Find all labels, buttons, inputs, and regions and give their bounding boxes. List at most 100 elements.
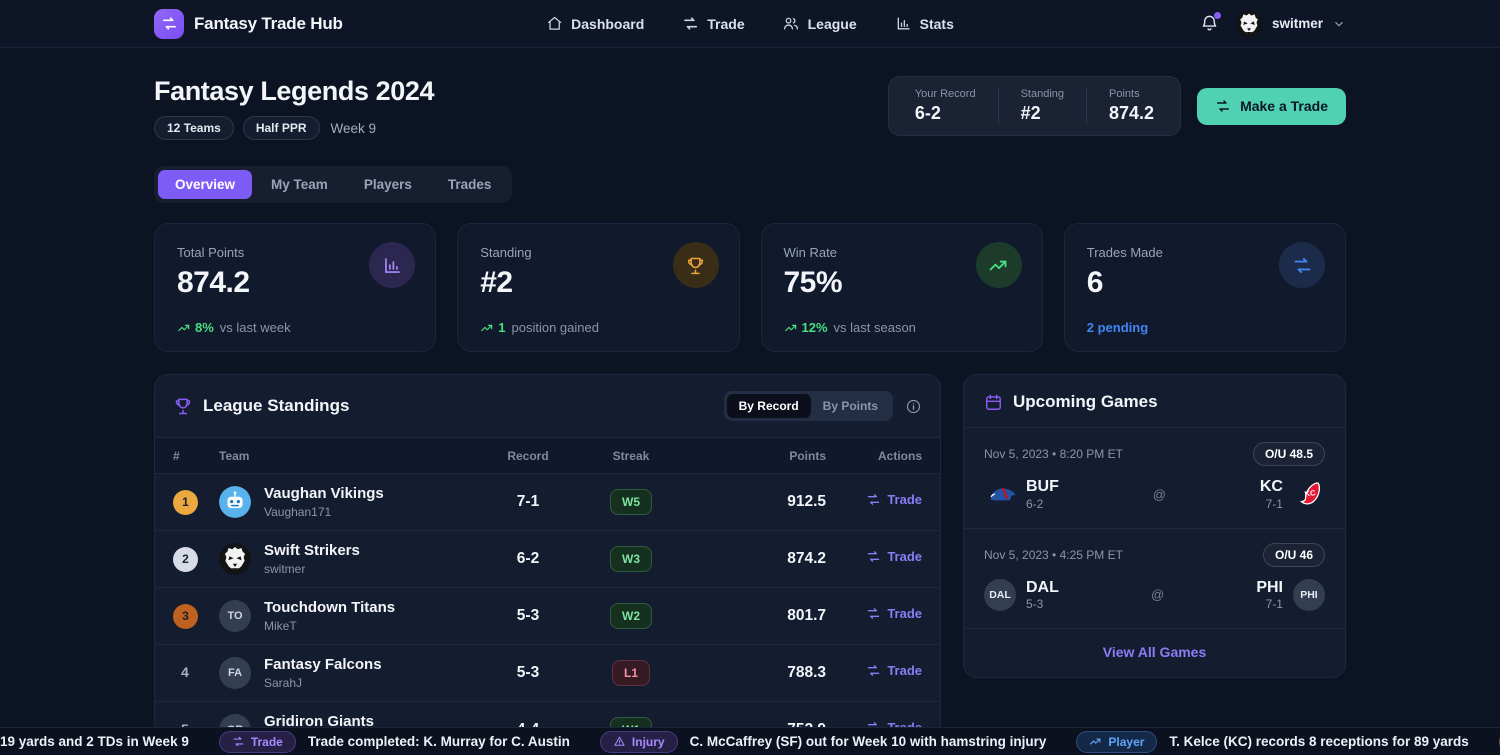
team-avatar: TO	[219, 600, 251, 632]
notifications-button[interactable]	[1200, 14, 1219, 33]
ticker-item: Trade Trade completed: K. Murray for C. …	[219, 731, 570, 753]
table-row[interactable]: 4 FA Fantasy Falcons SarahJ 5-3 L1 788.3…	[155, 645, 940, 702]
home-abbr: KC	[1260, 478, 1283, 496]
week-label: Week 9	[331, 121, 377, 136]
away-abbr: BUF	[1026, 478, 1059, 496]
record-cell: 7-1	[480, 493, 576, 511]
view-all-games-link[interactable]: View All Games	[964, 629, 1345, 677]
avatar	[1235, 10, 1263, 38]
injury-badge: Injury	[600, 731, 678, 753]
points-value: 874.2	[1109, 103, 1154, 124]
nav-item-league[interactable]: League	[783, 15, 857, 32]
page-title: Fantasy Legends 2024	[154, 76, 434, 107]
tab-my-team[interactable]: My Team	[254, 170, 345, 199]
player-badge: Player	[1076, 731, 1157, 753]
sort-by-points[interactable]: By Points	[811, 394, 890, 418]
cowboys-logo: DAL	[984, 579, 1016, 611]
brand-swap-icon	[154, 9, 184, 39]
main-nav: Dashboard Trade League Stats	[546, 15, 954, 32]
stat-card-win-rate: Win Rate 75% 12% vs last season	[761, 223, 1043, 352]
team-name: Fantasy Falcons	[264, 656, 382, 675]
standing-label: Standing	[1021, 88, 1064, 100]
home-icon	[546, 15, 563, 32]
brand-name: Fantasy Trade Hub	[194, 14, 343, 34]
away-record: 5-3	[1026, 597, 1059, 611]
streak-badge: W5	[610, 489, 652, 515]
away-abbr: DAL	[1026, 579, 1059, 597]
sort-toggle: By Record By Points	[724, 391, 893, 421]
trending-up-icon	[976, 242, 1022, 288]
chiefs-logo	[1293, 478, 1325, 510]
scoring-badge: Half PPR	[243, 116, 320, 140]
stat-card-standing: Standing #2 1 position gained	[457, 223, 739, 352]
nav-item-dashboard[interactable]: Dashboard	[546, 15, 644, 32]
team-name: Touchdown Titans	[264, 599, 395, 618]
tab-trades[interactable]: Trades	[431, 170, 509, 199]
tab-players[interactable]: Players	[347, 170, 429, 199]
brand[interactable]: Fantasy Trade Hub	[154, 9, 343, 39]
bar-chart-icon	[895, 15, 912, 32]
sort-by-record[interactable]: By Record	[727, 394, 811, 418]
team-avatar: FA	[219, 657, 251, 689]
ticker-item: Injury C. McCaffrey (SF) out for Week 10…	[600, 731, 1046, 753]
game-row[interactable]: Nov 5, 2023 • 8:20 PM ET O/U 48.5 BUF 6-…	[964, 428, 1345, 529]
trade-badge: Trade	[219, 731, 296, 753]
home-abbr: PHI	[1256, 579, 1283, 597]
nav-item-trade[interactable]: Trade	[682, 15, 744, 32]
team-owner: SarahJ	[264, 676, 382, 690]
teams-badge: 12 Teams	[154, 116, 234, 140]
rank-badge: 1	[173, 490, 198, 515]
home-record: 7-1	[1256, 597, 1283, 611]
make-a-trade-button[interactable]: Make a Trade	[1197, 88, 1346, 125]
stat-card-total-points: Total Points 874.2 8% vs last week	[154, 223, 436, 352]
streak-badge: W2	[610, 603, 652, 629]
nav-item-stats[interactable]: Stats	[895, 15, 954, 32]
info-icon[interactable]	[905, 398, 922, 415]
swap-icon	[682, 15, 699, 32]
delta-up: 1	[480, 320, 505, 335]
rank-number: 4	[173, 664, 189, 680]
streak-badge: L1	[612, 660, 650, 686]
trade-button[interactable]: Trade	[866, 549, 922, 564]
notification-dot	[1214, 12, 1221, 19]
upcoming-games-panel: Upcoming Games Nov 5, 2023 • 8:20 PM ET …	[963, 374, 1346, 678]
ticker-item: Player T. Kelce (KC) records 8 reception…	[1076, 731, 1468, 753]
record-cell: 5-3	[480, 664, 576, 682]
game-date: Nov 5, 2023 • 4:25 PM ET	[984, 548, 1123, 562]
table-row[interactable]: 3 TO Touchdown Titans MikeT 5-3 W2 801.7…	[155, 588, 940, 645]
trade-button[interactable]: Trade	[866, 606, 922, 621]
record-summary-card: Your Record 6-2 Standing #2 Points 874.2	[888, 76, 1181, 136]
over-under-badge: O/U 48.5	[1253, 442, 1325, 466]
stat-card-trades-made: Trades Made 6 2 pending	[1064, 223, 1346, 352]
games-title: Upcoming Games	[1013, 392, 1158, 412]
streak-badge: W3	[610, 546, 652, 572]
record-label: Your Record	[915, 88, 976, 100]
table-row[interactable]: 2 Swift Strikers switmer 6-2 W3 874.2 Tr…	[155, 531, 940, 588]
points-cell: 874.2	[686, 550, 826, 568]
rank-badge: 3	[173, 604, 198, 629]
swap-icon	[1279, 242, 1325, 288]
user-menu[interactable]: switmer	[1235, 10, 1346, 38]
trade-button[interactable]: Trade	[866, 492, 922, 507]
points-cell: 801.7	[686, 607, 826, 625]
tab-overview[interactable]: Overview	[158, 170, 252, 199]
team-owner: MikeT	[264, 619, 395, 633]
table-header: # Team Record Streak Points Actions	[155, 437, 940, 474]
users-icon	[783, 15, 800, 32]
ticker-item: 19 yards and 2 TDs in Week 9	[0, 734, 189, 749]
away-record: 6-2	[1026, 497, 1059, 511]
bills-logo	[984, 478, 1016, 510]
league-standings-panel: League Standings By Record By Points # T…	[154, 374, 941, 755]
at-symbol: @	[1153, 487, 1166, 502]
table-row[interactable]: 1 Vaughan Vikings Vaughan171 7-1 W5 912.…	[155, 474, 940, 531]
team-avatar	[219, 543, 251, 575]
delta-up: 12%	[784, 320, 828, 335]
at-symbol: @	[1151, 587, 1164, 602]
game-row[interactable]: Nov 5, 2023 • 4:25 PM ET O/U 46 DAL DAL …	[964, 529, 1345, 630]
pending-trades-link[interactable]: 2 pending	[1087, 320, 1148, 335]
delta-up: 8%	[177, 320, 214, 335]
team-avatar	[219, 486, 251, 518]
league-meta: 12 Teams Half PPR Week 9	[154, 116, 434, 140]
username: switmer	[1272, 16, 1323, 31]
trade-button[interactable]: Trade	[866, 663, 922, 678]
